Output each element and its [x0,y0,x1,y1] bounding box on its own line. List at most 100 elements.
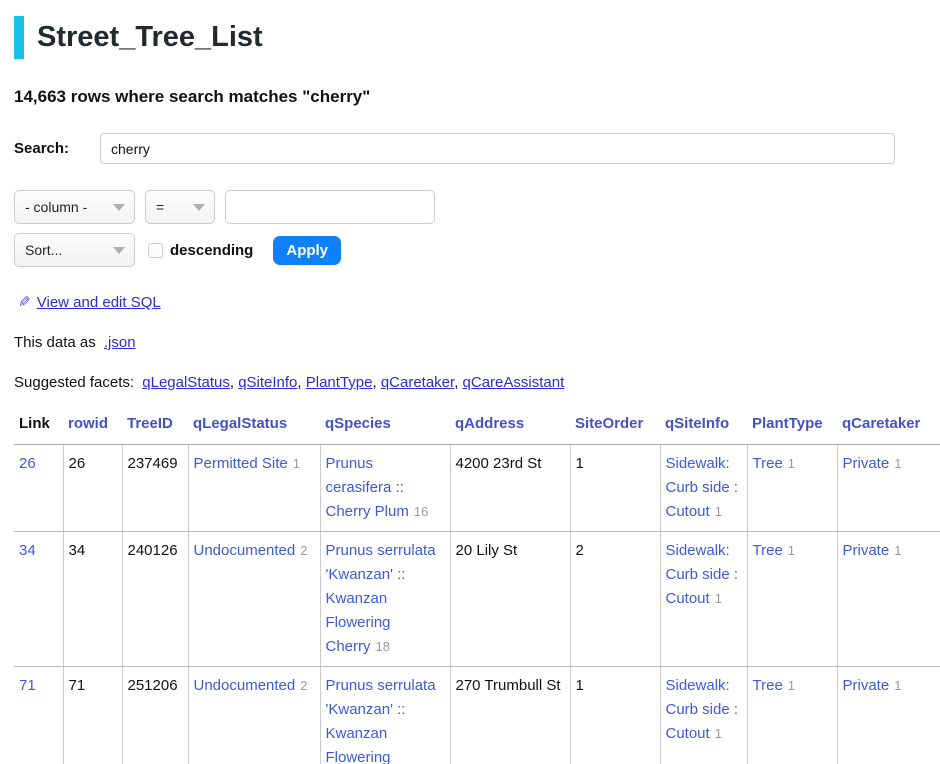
column-header-TreeID[interactable]: TreeID [122,410,188,445]
descending-label: descending [170,242,253,259]
facet-count: 1 [788,456,795,471]
data-as-row: This data as .json [14,334,940,351]
search-input[interactable] [100,133,895,164]
table-cell: 26 [14,445,63,532]
column-header-link[interactable]: rowid [68,415,108,432]
descending-checkbox[interactable] [148,243,163,258]
table-cell: Sidewalk: Curb side : Cutout1 [660,445,747,532]
facet-count: 1 [894,678,901,693]
cell-link[interactable]: Tree [753,677,783,694]
column-header-link[interactable]: qAddress [455,415,524,432]
column-header-qSpecies[interactable]: qSpecies [320,410,450,445]
table-cell: Tree1 [747,532,837,667]
column-header-link[interactable]: qSiteInfo [665,415,729,432]
page: Street_Tree_List 14,663 rows where searc… [0,0,940,764]
facet-link-qSiteInfo[interactable]: qSiteInfo [238,374,297,391]
cell-link[interactable]: Tree [753,542,783,559]
table-cell: 34 [14,532,63,667]
table-cell: Prunus serrulata 'Kwanzan' :: Kwanzan Fl… [320,532,450,667]
filter-value-input[interactable] [225,190,435,224]
column-header-link[interactable]: TreeID [127,415,173,432]
cell-link[interactable]: Private [843,542,890,559]
cell-link[interactable]: Private [843,455,890,472]
column-header-qCaretaker[interactable]: qCaretaker [837,410,940,445]
column-header-PlantType[interactable]: PlantType [747,410,837,445]
operator-select[interactable]: = [145,190,215,224]
cell-link[interactable]: Sidewalk: Curb side : Cutout [666,455,739,520]
column-header-qSiteInfo[interactable]: qSiteInfo [660,410,747,445]
column-header-qAddress[interactable]: qAddress [450,410,570,445]
table-cell: 2 [570,532,660,667]
table-cell: 240126 [122,532,188,667]
facet-link-PlantType[interactable]: PlantType [306,374,373,391]
cell-link[interactable]: Prunus cerasifera :: Cherry Plum [326,455,409,520]
search-form: Search: [14,133,940,164]
cell-link[interactable]: 26 [19,455,36,472]
table-cell: Prunus cerasifera :: Cherry Plum16 [320,445,450,532]
accent-bar [14,16,24,59]
column-header-Link: Link [14,410,63,445]
facet-count: 1 [715,591,722,606]
table-row: 2626237469Permitted Site1Prunus cerasife… [14,445,940,532]
column-header-link[interactable]: SiteOrder [575,415,643,432]
facet-count: 1 [788,678,795,693]
table-cell: Tree 1 [747,667,837,764]
sort-select[interactable]: Sort... [14,233,135,267]
cell-link[interactable]: Sidewalk: Curb side : Cutout [666,677,739,742]
facet-count: 1 [894,543,901,558]
facet-link-qCareAssistant[interactable]: qCareAssistant [463,374,565,391]
column-header-rowid[interactable]: rowid [63,410,122,445]
column-header-link[interactable]: qSpecies [325,415,391,432]
cell-link[interactable]: Tree [753,455,783,472]
cell-link[interactable]: Private [843,677,890,694]
apply-button[interactable]: Apply [273,236,341,265]
table-cell: Undocumented 2 [188,532,320,667]
facet-count: 1 [715,726,722,741]
table-cell: 251206 [122,667,188,764]
facet-count: 16 [414,504,428,519]
row-count-summary: 14,663 rows where search matches "cherry… [14,87,940,107]
cell-link[interactable]: Prunus serrulata 'Kwanzan' :: Kwanzan Fl… [326,677,436,764]
column-header-qLegalStatus[interactable]: qLegalStatus [188,410,320,445]
facet-links: qLegalStatus, qSiteInfo, PlantType, qCar… [142,374,564,391]
table-cell: 26 [63,445,122,532]
data-as-label: This data as [14,334,96,351]
table-header-row: Link rowid TreeID qLegalStatus qSpecies qAddr… [14,410,940,445]
facet-count: 2 [300,543,307,558]
table-cell: 237469 [122,445,188,532]
facet-link-qLegalStatus[interactable]: qLegalStatus [142,374,230,391]
chevron-down-icon [113,247,125,254]
cell-link[interactable]: 71 [19,677,36,694]
table-cell: Permitted Site1 [188,445,320,532]
sort-form: Sort... descending Apply [14,233,940,267]
json-link[interactable]: .json [104,334,136,351]
facet-count: 1 [715,504,722,519]
cell-link[interactable]: Undocumented [194,542,296,559]
table-cell: Private 1 [837,667,940,764]
facet-link-qCaretaker[interactable]: qCaretaker [381,374,454,391]
table-row: 3434240126Undocumented2Prunus serrulata … [14,532,940,667]
table-cell: 34 [63,532,122,667]
cell-link[interactable]: Undocumented [194,677,296,694]
column-select[interactable]: - column - [14,190,135,224]
suggested-facets-row: Suggested facets: qLegalStatus, qSiteInf… [14,374,940,391]
facet-count: 2 [300,678,307,693]
filter-form: - column - = [14,190,940,224]
results-table: Link rowid TreeID qLegalStatus qSpecies qAddr… [14,410,940,764]
column-header-link[interactable]: qCaretaker [842,415,920,432]
table-cell: 20 Lily St [450,532,570,667]
view-edit-sql-link[interactable]: View and edit SQL [37,294,161,311]
table-cell: 71 [14,667,63,764]
table-cell: Sidewalk: Curb side : Cutout1 [660,667,747,764]
sql-link-row: ✎ View and edit SQL [14,293,940,311]
cell-link[interactable]: 34 [19,542,36,559]
column-header-SiteOrder[interactable]: SiteOrder [570,410,660,445]
table-cell: Sidewalk: Curb side : Cutout1 [660,532,747,667]
cell-link[interactable]: Sidewalk: Curb side : Cutout [666,542,739,607]
cell-link[interactable]: Permitted Site [194,455,288,472]
column-header-link[interactable]: qLegalStatus [193,415,287,432]
sort-select-value: Sort... [25,242,62,258]
table-body: 2626237469Permitted Site1Prunus cerasife… [14,445,940,764]
chevron-down-icon [193,204,205,211]
column-header-link[interactable]: PlantType [752,415,823,432]
